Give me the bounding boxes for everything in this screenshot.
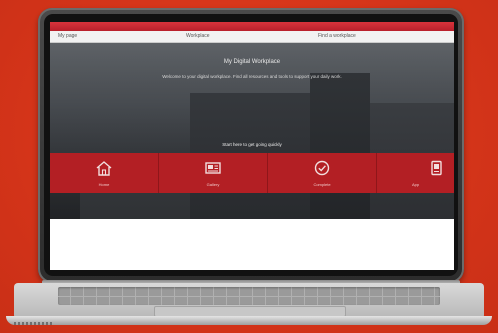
tile-label-complete: Complete [313, 182, 331, 187]
gallery-icon [205, 162, 221, 174]
tile-label-gallery: Gallery [206, 182, 220, 187]
device-icon [431, 160, 442, 176]
page-content-area [50, 219, 454, 270]
check-circle-icon [314, 160, 330, 176]
keyboard-row-divider [58, 296, 440, 297]
home-icon [96, 161, 112, 176]
nav-bar: My page Workplace Find a workplace [50, 31, 454, 43]
quick-links-title: Start here to get going quickly [222, 142, 282, 147]
hero-description: Welcome to your digital workplace. Find … [162, 74, 342, 79]
quick-link-tile-home[interactable]: Home [50, 153, 159, 193]
nav-item-workplace[interactable]: Workplace [186, 33, 210, 39]
nav-item-my-page[interactable]: My page [58, 33, 77, 39]
hero-title: My Digital Workplace [223, 59, 281, 65]
quick-link-tile-gallery[interactable]: Gallery [159, 153, 268, 193]
nav-item-find-workplace[interactable]: Find a workplace [318, 33, 356, 39]
vent-grille [14, 322, 54, 325]
hero-banner: My Digital Workplace Welcome to your dig… [50, 43, 454, 219]
quick-links-row: Home Gallery Complete App [50, 153, 454, 193]
tile-label-app: App [411, 182, 420, 187]
laptop-base-edge [6, 316, 492, 325]
quick-link-tile-complete[interactable]: Complete [268, 153, 377, 193]
laptop-screen: My page Workplace Find a workplace My Di… [50, 22, 454, 270]
quick-link-tile-app[interactable]: App [377, 153, 454, 193]
tile-label-home: Home [98, 182, 110, 187]
site-header-bar [50, 22, 454, 31]
